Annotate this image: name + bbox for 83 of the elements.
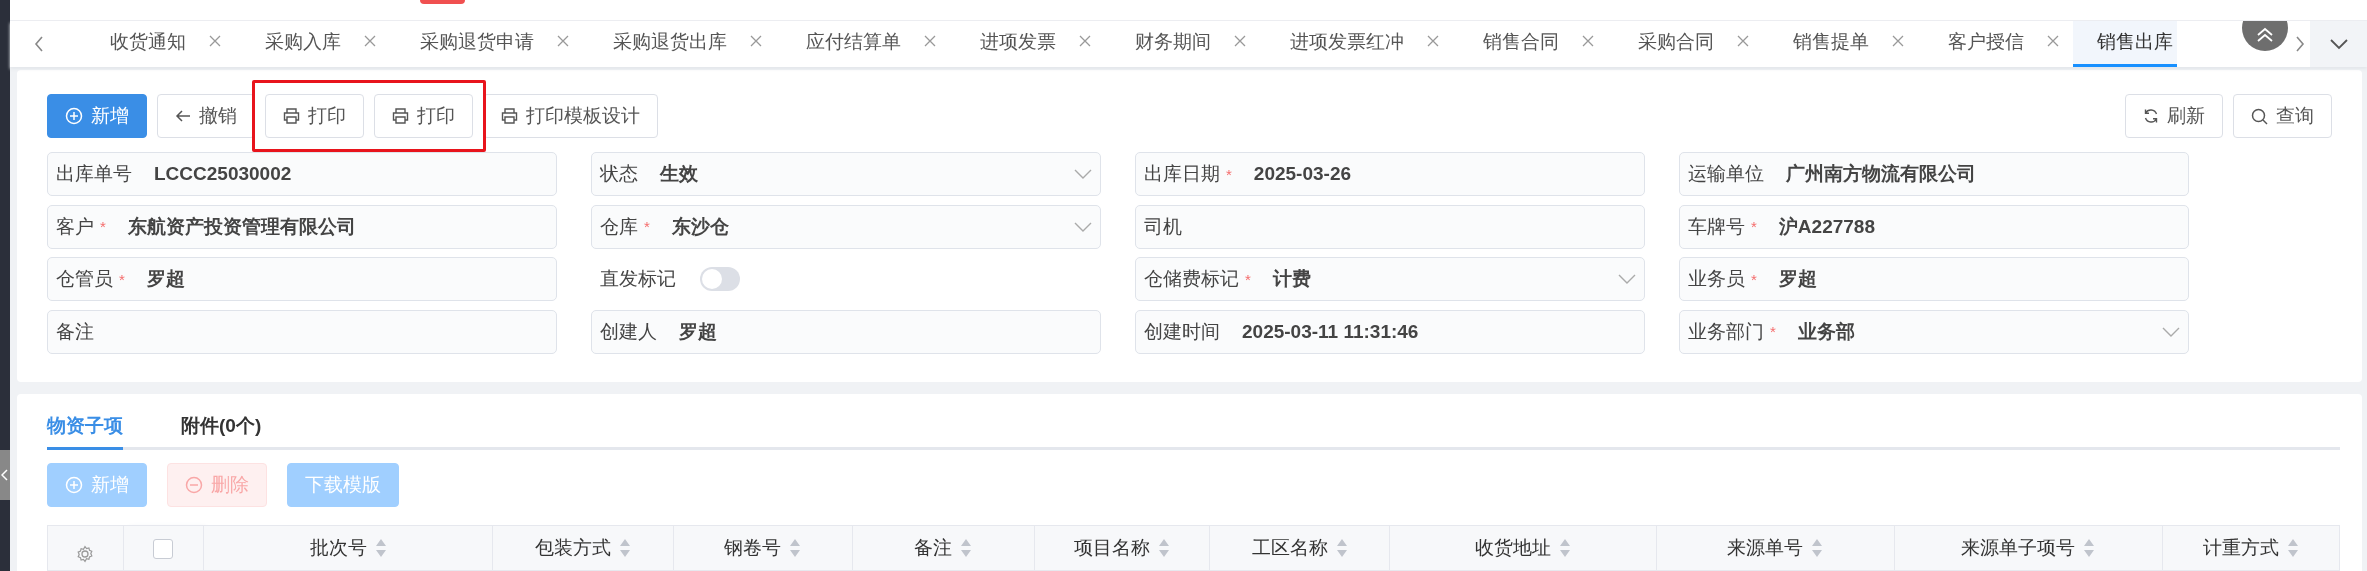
close-icon[interactable] bbox=[1581, 34, 1595, 49]
chevron-down-icon bbox=[1074, 221, 1092, 232]
page-tab[interactable]: 销售合同 bbox=[1453, 20, 1608, 68]
printer-icon bbox=[283, 108, 300, 125]
close-icon[interactable] bbox=[556, 34, 570, 49]
page-tab[interactable]: 采购退货出库 bbox=[583, 20, 776, 68]
close-icon[interactable] bbox=[1078, 34, 1092, 49]
form-field[interactable]: 创建人 罗超 bbox=[591, 309, 1101, 354]
detail-tab[interactable]: 附件(0个) bbox=[181, 413, 262, 450]
sort-icon bbox=[2286, 538, 2299, 558]
page-tab[interactable]: 销售提单 bbox=[1763, 20, 1918, 68]
form-field[interactable]: 状态 生效 bbox=[591, 152, 1101, 197]
toolbar-button[interactable]: 打印 bbox=[374, 94, 473, 139]
page-tab[interactable]: 采购合同 bbox=[1608, 20, 1763, 68]
form-field[interactable]: 出库日期 * 2025-03-26 bbox=[1135, 152, 1645, 197]
close-icon[interactable] bbox=[1233, 34, 1247, 49]
column-header[interactable]: 批次号 bbox=[309, 535, 387, 561]
sort-icon bbox=[1559, 538, 1572, 558]
sort-icon bbox=[1157, 538, 1170, 558]
page-tab[interactable]: 进项发票红冲 bbox=[1260, 20, 1453, 68]
printer-icon bbox=[392, 108, 409, 125]
form-field[interactable]: 仓库 * 东沙仓 bbox=[591, 204, 1101, 249]
collapse-handle[interactable] bbox=[0, 450, 10, 500]
select-all-checkbox[interactable] bbox=[153, 539, 174, 559]
chevron-down-icon bbox=[1618, 274, 1636, 285]
toolbar-button[interactable]: 撤销 bbox=[157, 94, 255, 139]
sort-icon bbox=[618, 538, 631, 558]
form-field[interactable]: 创建时间 2025-03-11 11:31:46 bbox=[1135, 309, 1645, 354]
page-tab[interactable]: 应付结算单 bbox=[776, 20, 950, 68]
page-tab[interactable]: 财务期间 bbox=[1105, 20, 1260, 68]
sort-icon bbox=[1811, 538, 1824, 558]
chevron-left-icon bbox=[1, 469, 9, 481]
chevron-right-icon bbox=[2295, 36, 2305, 52]
field-label: 直发标记 bbox=[600, 267, 676, 292]
form-field[interactable]: 业务员 * 罗超 bbox=[1679, 257, 2189, 302]
chevron-down-icon bbox=[2328, 38, 2349, 50]
form-field[interactable]: 备注 bbox=[47, 309, 557, 354]
badge bbox=[420, 0, 465, 4]
search-icon bbox=[2251, 107, 2268, 125]
plus-circle-icon bbox=[65, 476, 83, 494]
close-icon[interactable] bbox=[208, 34, 222, 49]
page-tab[interactable]: 销售出库 bbox=[2073, 20, 2177, 68]
chevron-left-icon bbox=[34, 36, 44, 52]
toolbar-button[interactable]: 打印 bbox=[265, 94, 364, 139]
page-tab[interactable]: 进项发票 bbox=[950, 20, 1105, 68]
toggle-switch[interactable] bbox=[700, 267, 740, 292]
toolbar-button[interactable]: 打印模板设计 bbox=[483, 94, 658, 139]
page-tab[interactable]: 客户授信 bbox=[1918, 20, 2073, 68]
form-field[interactable]: 司机 bbox=[1135, 204, 1645, 249]
plus-circle-icon bbox=[65, 107, 83, 126]
sort-icon bbox=[1335, 538, 1348, 558]
sort-icon bbox=[374, 538, 387, 558]
sort-icon bbox=[960, 538, 973, 558]
page-tab[interactable]: 采购退货申请 bbox=[390, 20, 583, 68]
close-icon[interactable] bbox=[749, 34, 763, 49]
settings-icon[interactable] bbox=[76, 545, 95, 563]
form-field[interactable]: 仓储费标记 * 计费 bbox=[1135, 257, 1645, 302]
sort-icon bbox=[789, 538, 802, 558]
refresh-icon bbox=[2143, 108, 2159, 125]
close-icon[interactable] bbox=[2046, 34, 2060, 49]
close-icon[interactable] bbox=[1426, 34, 1440, 49]
page-tab[interactable]: 采购入库 bbox=[235, 20, 390, 68]
minus-circle-icon bbox=[185, 476, 203, 494]
arrow-left-icon bbox=[175, 109, 191, 124]
close-icon[interactable] bbox=[1891, 34, 1905, 49]
double-chevron-up-icon bbox=[2255, 26, 2275, 43]
form-field[interactable]: 车牌号 * 沪A227788 bbox=[1679, 204, 2189, 249]
column-header[interactable]: 备注 bbox=[914, 535, 973, 561]
printer-icon bbox=[501, 108, 518, 125]
close-icon[interactable] bbox=[923, 34, 937, 49]
close-icon[interactable] bbox=[363, 34, 377, 49]
close-icon[interactable] bbox=[1736, 34, 1750, 49]
form-field[interactable]: 仓管员 * 罗超 bbox=[47, 257, 557, 302]
chevron-down-icon bbox=[1074, 169, 1092, 180]
toolbar-button[interactable]: 查询 bbox=[2233, 94, 2332, 139]
chevron-down-icon bbox=[2162, 326, 2180, 337]
form-field[interactable]: 业务部门 * 业务部 bbox=[1679, 309, 2189, 354]
form-field[interactable]: 运输单位 广州南方物流有限公司 bbox=[1679, 152, 2189, 197]
page-tab[interactable]: 收货通知 bbox=[80, 20, 235, 68]
toolbar-button[interactable]: 刷新 bbox=[2125, 94, 2223, 139]
form-field[interactable]: 出库单号 LCCC25030002 bbox=[47, 152, 557, 197]
sort-icon bbox=[2083, 538, 2096, 558]
form-field[interactable]: 客户 * 东航资产投资管理有限公司 bbox=[47, 204, 557, 249]
